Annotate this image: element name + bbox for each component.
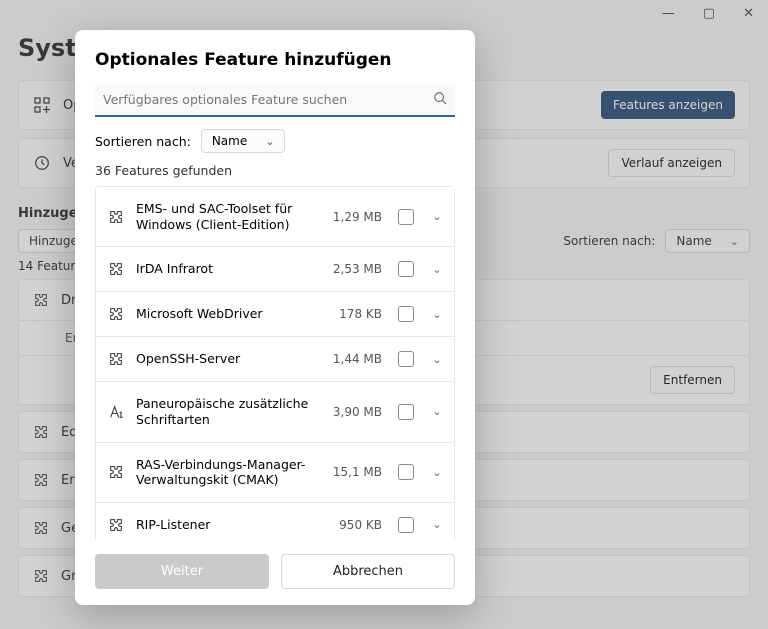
- feature-option-checkbox[interactable]: [398, 306, 414, 322]
- feature-option-checkbox[interactable]: [398, 464, 414, 480]
- next-button[interactable]: Weiter: [95, 554, 269, 589]
- chevron-down-icon[interactable]: ⌄: [430, 210, 444, 223]
- modal-feature-list: EMS- und SAC-Toolset für Windows (Client…: [95, 186, 455, 542]
- puzzle-icon: [106, 351, 126, 367]
- feature-option[interactable]: EMS- und SAC-Toolset für Windows (Client…: [95, 186, 455, 247]
- puzzle-icon: [106, 209, 126, 225]
- modal-sort-select[interactable]: Name ⌄: [201, 129, 286, 153]
- chevron-down-icon[interactable]: ⌄: [430, 263, 444, 276]
- feature-option[interactable]: RAS-Verbindungs-Manager-Verwaltungskit (…: [95, 443, 455, 503]
- feature-option-name: IrDA Infrarot: [136, 261, 316, 277]
- feature-option[interactable]: RIP-Listener 950 KB ⌄: [95, 503, 455, 542]
- search-wrapper: [95, 84, 455, 117]
- feature-option-checkbox[interactable]: [398, 517, 414, 533]
- modal-sort-row: Sortieren nach: Name ⌄: [95, 129, 455, 153]
- feature-option-size: 3,90 MB: [326, 405, 382, 419]
- search-input[interactable]: [95, 84, 455, 117]
- puzzle-icon: [106, 464, 126, 480]
- puzzle-icon: [106, 306, 126, 322]
- feature-option-checkbox[interactable]: [398, 404, 414, 420]
- add-optional-feature-dialog: Optionales Feature hinzufügen Sortieren …: [75, 30, 475, 605]
- chevron-down-icon: ⌄: [265, 135, 274, 148]
- feature-option-checkbox[interactable]: [398, 351, 414, 367]
- feature-option-size: 1,29 MB: [326, 210, 382, 224]
- chevron-down-icon[interactable]: ⌄: [430, 353, 444, 366]
- feature-option[interactable]: Microsoft WebDriver 178 KB ⌄: [95, 292, 455, 337]
- feature-option-checkbox[interactable]: [398, 261, 414, 277]
- feature-option-checkbox[interactable]: [398, 209, 414, 225]
- feature-option-size: 950 KB: [326, 518, 382, 532]
- chevron-down-icon[interactable]: ⌄: [430, 405, 444, 418]
- puzzle-icon: [106, 261, 126, 277]
- dialog-title: Optionales Feature hinzufügen: [95, 50, 455, 70]
- cancel-button[interactable]: Abbrechen: [281, 554, 455, 589]
- feature-option-size: 1,44 MB: [326, 352, 382, 366]
- feature-option-size: 178 KB: [326, 307, 382, 321]
- feature-option-name: RIP-Listener: [136, 517, 316, 533]
- feature-option-name: Paneuropäische zusätzliche Schriftarten: [136, 396, 316, 427]
- feature-option-name: EMS- und SAC-Toolset für Windows (Client…: [136, 201, 316, 232]
- modal-sort-label: Sortieren nach:: [95, 134, 191, 149]
- chevron-down-icon[interactable]: ⌄: [430, 466, 444, 479]
- feature-option-name: RAS-Verbindungs-Manager-Verwaltungskit (…: [136, 457, 316, 488]
- chevron-down-icon[interactable]: ⌄: [430, 518, 444, 531]
- font-icon: [106, 404, 126, 420]
- dialog-actions: Weiter Abbrechen: [95, 554, 455, 589]
- feature-option[interactable]: OpenSSH-Server 1,44 MB ⌄: [95, 337, 455, 382]
- feature-option-name: OpenSSH-Server: [136, 351, 316, 367]
- feature-option-size: 2,53 MB: [326, 262, 382, 276]
- search-icon: [433, 91, 447, 105]
- modal-feature-count: 36 Features gefunden: [95, 163, 455, 178]
- feature-option[interactable]: Paneuropäische zusätzliche Schriftarten 3…: [95, 382, 455, 442]
- puzzle-icon: [106, 517, 126, 533]
- feature-option[interactable]: IrDA Infrarot 2,53 MB ⌄: [95, 247, 455, 292]
- chevron-down-icon[interactable]: ⌄: [430, 308, 444, 321]
- feature-option-size: 15,1 MB: [326, 465, 382, 479]
- feature-option-name: Microsoft WebDriver: [136, 306, 316, 322]
